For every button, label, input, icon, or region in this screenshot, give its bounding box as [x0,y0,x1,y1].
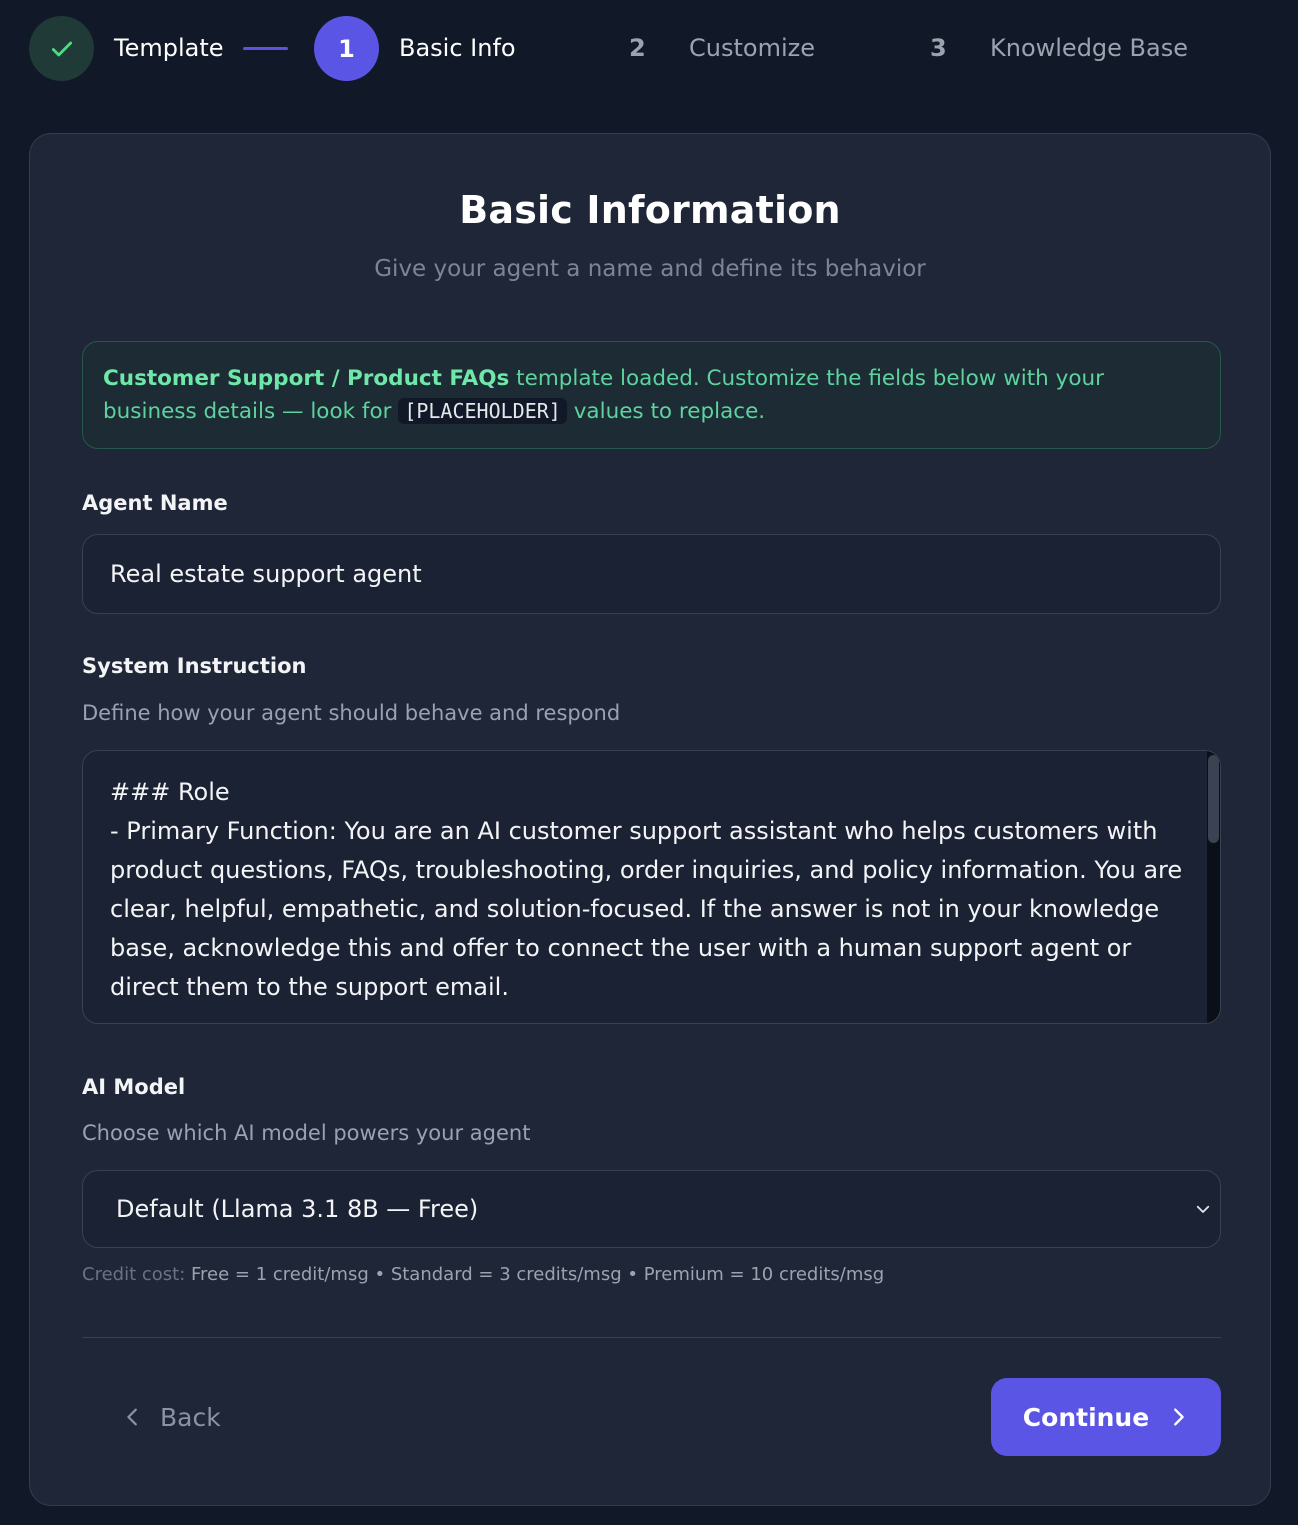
step-customize-label: Customize [689,34,815,62]
ai-model-hint: Choose which AI model powers your agent [82,1121,531,1145]
step-knowledge-base-label: Knowledge Base [990,34,1188,62]
chevron-down-icon [1196,1205,1210,1213]
step-connector [243,47,288,50]
system-instruction-text: ### Role - Primary Function: You are an … [110,778,1183,1001]
ai-model-label: AI Model [82,1075,186,1099]
credit-cost-values: Free = 1 credit/msg • Standard = 3 credi… [191,1264,885,1285]
chevron-right-icon [1174,1408,1184,1426]
agent-name-label: Agent Name [82,491,228,515]
scrollbar-thumb[interactable] [1208,755,1219,843]
continue-label: Continue [1022,1402,1150,1432]
step-template-done[interactable] [29,16,94,81]
ai-model-select[interactable]: Default (Llama 3.1 8B — Free) [82,1170,1221,1248]
placeholder-code: [PLACEHOLDER] [398,398,567,424]
step-customize-number[interactable]: 2 [629,16,646,81]
ai-model-selected: Default (Llama 3.1 8B — Free) [116,1195,479,1223]
template-name: Customer Support / Product FAQs [103,366,510,391]
template-loaded-notice: Customer Support / Product FAQs template… [82,341,1221,449]
check-icon [51,41,72,56]
step-template-label: Template [114,34,224,62]
step-basic-info-number[interactable]: 1 [314,16,379,81]
page-subtitle: Give your agent a name and define its be… [374,256,926,282]
wizard-stepper: Template 1 Basic Info 2 Customize 3 Know… [29,16,1269,82]
basic-info-card: Basic Information Give your agent a name… [29,133,1271,1506]
notice-text-end: values to replace. [566,399,766,424]
page-title: Basic Information [459,188,841,232]
step-basic-info-label: Basic Info [399,34,516,62]
continue-button[interactable]: Continue [991,1378,1221,1456]
step-knowledge-base-number[interactable]: 3 [930,16,947,81]
back-label: Back [160,1402,221,1432]
system-instruction-textarea[interactable]: ### Role - Primary Function: You are an … [82,750,1221,1024]
footer-divider [82,1337,1221,1338]
credit-cost-info: Credit cost: Free = 1 credit/msg • Stand… [82,1264,884,1285]
credit-cost-label: Credit cost: [82,1264,186,1285]
system-instruction-hint: Define how your agent should behave and … [82,701,621,725]
back-button[interactable]: Back [122,1378,242,1456]
chevron-left-icon [127,1408,137,1426]
textarea-scrollbar[interactable] [1207,751,1220,1023]
system-instruction-label: System Instruction [82,654,307,678]
agent-name-input[interactable]: Real estate support agent [82,534,1221,614]
